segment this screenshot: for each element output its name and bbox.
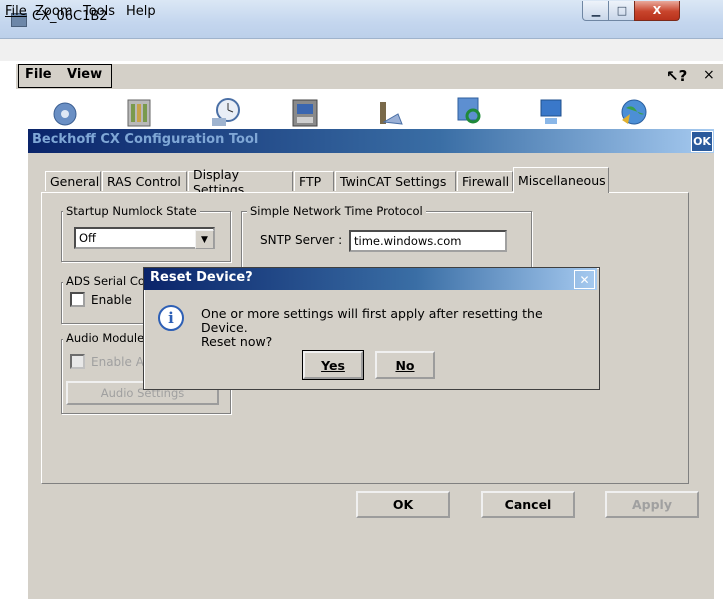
tab-twincat-settings[interactable]: TwinCAT Settings [335,171,456,191]
maximize-button[interactable]: □ [608,1,636,21]
numlock-select[interactable]: Off [74,227,215,249]
clock-icon[interactable] [208,94,242,128]
ce-menu-view[interactable]: View [67,67,102,82]
menu-file-label: File [5,4,27,19]
chevron-down-icon[interactable]: ▼ [195,230,214,249]
no-button[interactable]: No [375,351,435,379]
ce-close-icon[interactable]: × [703,67,715,83]
menu-help-label: Help [126,4,156,19]
globe-icon[interactable] [616,94,650,128]
audio-enable-checkbox[interactable] [70,354,85,369]
yes-button[interactable]: Yes [302,350,364,380]
help-icon[interactable]: ↖? [666,67,687,85]
audio-group-label: Audio Module [63,331,148,345]
dialog-title: Beckhoff CX Configuration Tool [32,132,259,147]
menu-bar [0,39,723,61]
numlock-group-label: Startup Numlock State [63,204,200,218]
network-icon[interactable] [372,94,406,128]
menu-zoom[interactable]: Zoom [35,4,72,19]
computer-icon[interactable] [534,94,568,128]
menu-zoom-label: Zoom [35,4,73,19]
numlock-select-value: Off [79,231,96,245]
apply-button[interactable]: Apply [605,491,699,518]
menu-tools[interactable]: Tools [83,4,115,19]
display-icon[interactable] [288,94,322,128]
tab-general[interactable]: General [45,171,101,191]
sntp-server-label: SNTP Server : [260,233,343,247]
ok-button[interactable]: OK [356,491,450,518]
search-icon[interactable] [452,94,486,128]
tab-display-settings[interactable]: Display Settings [188,167,293,197]
menu-tools-label: Tools [83,4,116,19]
menu-help[interactable]: Help [126,4,156,19]
dialog-ok-corner-button[interactable]: OK [691,131,713,152]
reset-message-line-2: Reset now? [201,334,273,349]
close-button[interactable]: X [634,1,680,21]
menu-file[interactable]: File [5,4,27,19]
ads-enable-checkbox[interactable] [70,292,85,307]
sntp-server-value: time.windows.com [354,234,462,248]
ce-toolbar [16,63,723,89]
tab-miscellaneous[interactable]: Miscellaneous [513,167,609,193]
sntp-group-label: Simple Network Time Protocol [247,204,426,218]
close-icon[interactable]: ✕ [574,270,595,289]
info-icon: i [158,305,184,331]
ce-menu-file[interactable]: File [25,67,52,82]
reset-message-line-1: One or more settings will first apply af… [201,306,543,335]
ads-group-label: ADS Serial Con [63,274,156,288]
reset-dialog-title: Reset Device? [150,270,253,285]
tab-ftp[interactable]: FTP [294,171,334,191]
minimize-button[interactable]: ▁ [582,1,610,21]
tab-ras-control[interactable]: RAS Control [102,171,187,191]
sntp-server-input[interactable]: time.windows.com [349,230,507,252]
reset-dialog-message: One or more settings will first apply af… [201,307,591,349]
gear-icon[interactable] [48,94,82,128]
cancel-button[interactable]: Cancel [481,491,575,518]
ads-enable-label: Enable [91,293,132,307]
tab-firewall[interactable]: Firewall [457,171,513,191]
hardware-icon[interactable] [122,94,156,128]
